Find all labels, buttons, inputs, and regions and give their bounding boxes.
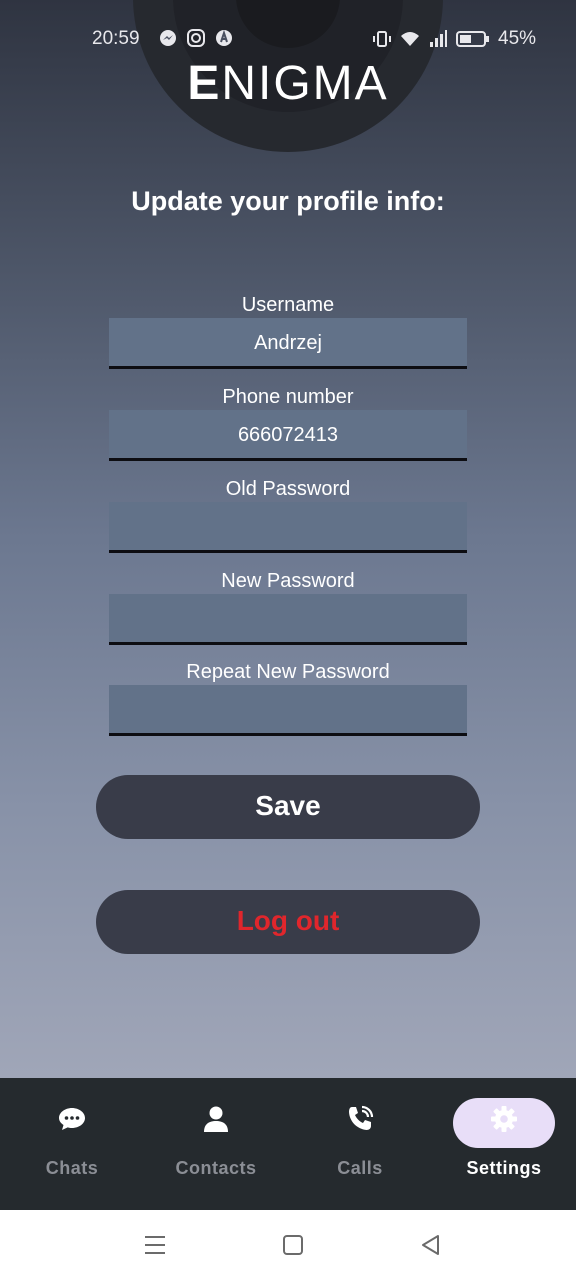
logo-first-letter: E [187,57,222,110]
nav-label-settings: Settings [466,1158,542,1178]
nav-item-calls[interactable]: Calls [288,1078,432,1210]
gear-icon [491,1106,517,1132]
logout-button[interactable]: Log out [96,890,480,954]
phone-label: Phone number [222,386,354,408]
nav-label-calls: Calls [337,1158,383,1178]
status-bar: 20:59 45% [0,24,576,54]
logo-rest: NIGMA [221,57,389,110]
repeat-password-field[interactable] [109,685,467,736]
username-label: Username [241,294,335,316]
nav-item-settings[interactable]: Settings [432,1078,576,1210]
vibrate-icon [373,31,391,47]
app-screen: 20:59 45% ENIGMA Update your profile inf… [0,0,576,1078]
system-nav-bar [0,1210,576,1280]
app-logo: ENIGMA [0,56,576,111]
save-button[interactable]: Save [96,775,480,839]
battery-icon [456,31,489,47]
nav-label-chats: Chats [45,1158,99,1178]
person-icon [204,1106,228,1132]
home-icon[interactable] [280,1232,306,1258]
notification-icons [158,28,234,48]
old-password-label: Old Password [225,478,351,500]
instagram-icon [187,29,205,47]
old-password-field[interactable] [109,502,467,553]
new-password-field[interactable] [109,594,467,645]
chat-bubble-icon [59,1108,85,1130]
repeat-password-label: Repeat New Password [186,661,390,683]
nav-label-contacts: Contacts [175,1158,257,1178]
page-title: Update your profile info: [131,186,445,216]
signal-icon [430,30,447,47]
battery-percent: 45% [498,28,537,49]
nav-item-contacts[interactable]: Contacts [144,1078,288,1210]
new-password-label: New Password [221,570,355,592]
username-field[interactable]: Andrzej [109,318,467,369]
messenger-icon [160,30,176,46]
phone-call-icon [349,1105,374,1130]
status-right: 45% [372,28,536,50]
back-icon[interactable] [418,1232,444,1258]
nav-item-chats[interactable]: Chats [0,1078,144,1210]
menu-icon[interactable] [142,1232,168,1258]
app-icon [216,29,232,46]
status-time: 20:59 [92,28,140,49]
wifi-icon [401,32,419,46]
phone-field[interactable]: 666072413 [109,410,467,461]
bottom-nav: Chats Contacts Calls Settings [0,1078,576,1210]
